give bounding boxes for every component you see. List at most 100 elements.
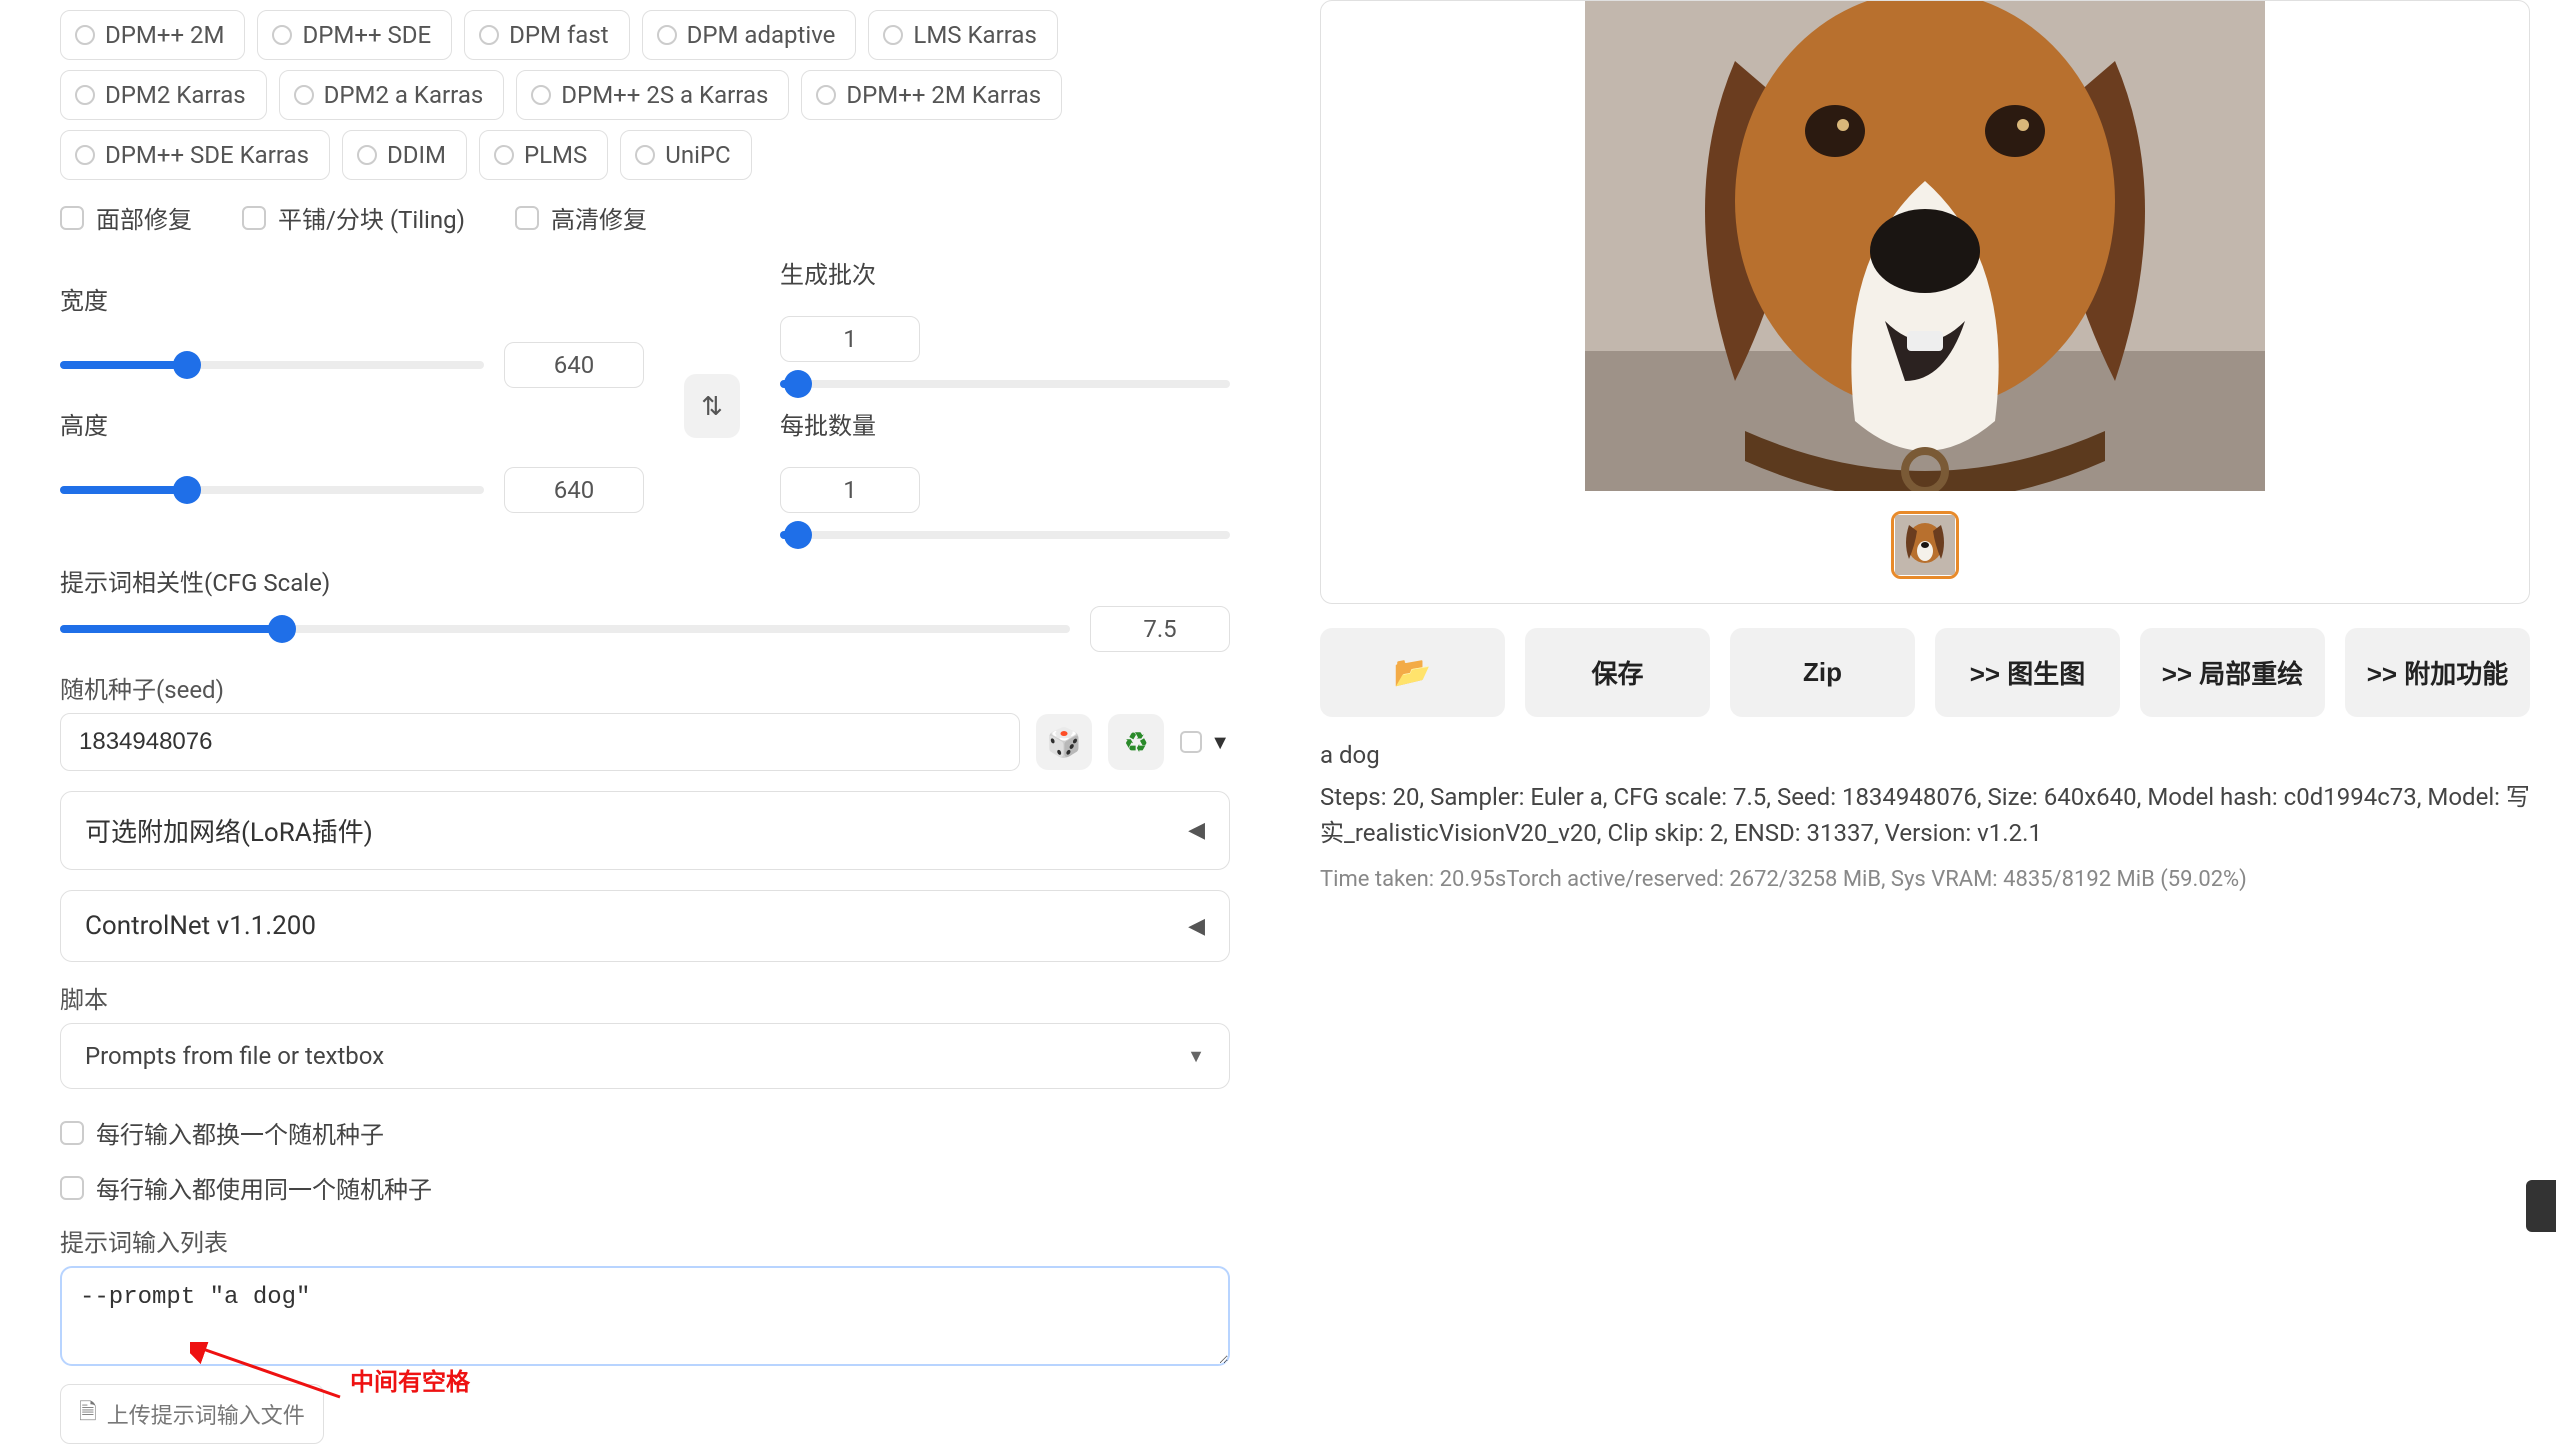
annotation-arrow-icon [190,1342,370,1412]
seed-input[interactable] [60,713,1020,771]
checkbox-icon [242,206,266,230]
radio-icon [531,85,551,105]
sampler-label: DPM adaptive [687,21,836,49]
checkbox-label: 高清修复 [551,200,647,235]
batch-size-slider[interactable] [780,531,1230,539]
radio-icon [883,25,903,45]
cfg-value[interactable]: 7.5 [1090,606,1230,652]
sampler-label: UniPC [665,141,730,169]
sampler-label: DPM fast [509,21,608,49]
height-value[interactable]: 640 [504,467,644,513]
radio-icon [75,145,95,165]
checkbox-label: 平铺/分块 (Tiling) [278,200,465,235]
extra-seed-toggle[interactable]: ▼ [1180,730,1230,755]
height-slider[interactable] [60,486,484,494]
sampler-row-1: DPM++ 2M DPM++ SDE DPM fast DPM adaptive… [60,10,1230,60]
sampler-row-2: DPM2 Karras DPM2 a Karras DPM++ 2S a Kar… [60,70,1230,120]
folder-icon: 📂 [1394,655,1431,690]
batch-size-value[interactable]: 1 [780,467,920,513]
checkbox-label: 面部修复 [96,200,192,235]
checkbox-label: 每行输入都换一个随机种子 [96,1115,384,1150]
file-icon: 🗎 [79,1395,97,1433]
checkbox-icon [1180,731,1202,753]
send-to-extras-button[interactable]: >> 附加功能 [2345,628,2530,717]
sampler-option[interactable]: DPM2 Karras [60,70,267,120]
cfg-label: 提示词相关性(CFG Scale) [60,563,1230,598]
radio-icon [272,25,292,45]
sampler-label: LMS Karras [913,21,1036,49]
accordion-label: 可选附加网络(LoRA插件) [85,812,373,849]
batch-size-label: 每批数量 [780,406,1230,441]
sampler-option[interactable]: PLMS [479,130,608,180]
sampler-option[interactable]: DPM++ SDE Karras [60,130,330,180]
output-image[interactable] [1585,1,2265,491]
checkbox-icon [515,206,539,230]
triangle-down-icon: ▼ [1210,730,1230,755]
lora-accordion[interactable]: 可选附加网络(LoRA插件) ◀ [60,791,1230,870]
sampler-option[interactable]: DPM++ 2M [60,10,245,60]
radio-icon [635,145,655,165]
output-preview [1320,0,2530,604]
radio-icon [657,25,677,45]
checkbox-icon [60,206,84,230]
send-to-inpaint-button[interactable]: >> 局部重绘 [2140,628,2325,717]
save-button[interactable]: 保存 [1525,628,1710,717]
script-label: 脚本 [60,980,1230,1015]
checkbox-label: 每行输入都使用同一个随机种子 [96,1170,432,1205]
width-value[interactable]: 640 [504,342,644,388]
script-selected: Prompts from file or textbox [85,1042,384,1070]
annotation-text: 中间有空格 [350,1362,470,1397]
sampler-option[interactable]: DPM fast [464,10,629,60]
highres-checkbox[interactable]: 高清修复 [515,200,647,235]
triangle-left-icon: ◀ [1188,818,1205,843]
output-prompt-text: a dog [1320,741,2530,769]
controlnet-accordion[interactable]: ControlNet v1.1.200 ◀ [60,890,1230,962]
script-select[interactable]: Prompts from file or textbox ▼ [60,1023,1230,1089]
face-restore-checkbox[interactable]: 面部修复 [60,200,192,235]
batch-count-slider[interactable] [780,380,1230,388]
iterate-seed-checkbox[interactable]: 每行输入都换一个随机种子 [60,1115,1230,1150]
zip-button[interactable]: Zip [1730,628,1915,717]
swap-dimensions-button[interactable]: ⇅ [684,374,740,438]
recycle-button[interactable]: ♻ [1108,714,1164,770]
prompt-list-label: 提示词输入列表 [60,1223,1230,1258]
sampler-label: DDIM [387,141,446,169]
cfg-slider[interactable] [60,625,1070,633]
side-tab-handle[interactable] [2526,1180,2556,1232]
same-seed-checkbox[interactable]: 每行输入都使用同一个随机种子 [60,1170,1230,1205]
width-label: 宽度 [60,281,644,316]
sampler-option[interactable]: DPM++ SDE [257,10,452,60]
radio-icon [294,85,314,105]
sampler-option[interactable]: DDIM [342,130,467,180]
width-slider[interactable] [60,361,484,369]
batch-count-label: 生成批次 [780,255,1230,290]
sampler-option[interactable]: UniPC [620,130,751,180]
tiling-checkbox[interactable]: 平铺/分块 (Tiling) [242,200,465,235]
open-folder-button[interactable]: 📂 [1320,628,1505,717]
output-thumbnail[interactable] [1891,511,1959,579]
sampler-option[interactable]: DPM2 a Karras [279,70,505,120]
dice-button[interactable]: 🎲 [1036,714,1092,770]
send-to-img2img-button[interactable]: >> 图生图 [1935,628,2120,717]
radio-icon [75,85,95,105]
sampler-label: DPM++ 2S a Karras [561,81,768,109]
sampler-option[interactable]: DPM adaptive [642,10,857,60]
sampler-label: DPM2 Karras [105,81,246,109]
accordion-label: ControlNet v1.1.200 [85,911,316,941]
sampler-label: DPM++ SDE Karras [105,141,309,169]
sampler-label: DPM++ SDE [302,21,431,49]
sampler-option[interactable]: LMS Karras [868,10,1057,60]
batch-count-value[interactable]: 1 [780,316,920,362]
sampler-option[interactable]: DPM++ 2S a Karras [516,70,789,120]
radio-icon [479,25,499,45]
sampler-label: DPM++ 2M Karras [846,81,1041,109]
sampler-option[interactable]: DPM++ 2M Karras [801,70,1062,120]
recycle-icon: ♻ [1124,726,1149,759]
height-label: 高度 [60,406,644,441]
radio-icon [357,145,377,165]
checkbox-icon [60,1121,84,1145]
output-meta-text: Steps: 20, Sampler: Euler a, CFG scale: … [1320,779,2530,851]
triangle-left-icon: ◀ [1188,914,1205,939]
radio-icon [494,145,514,165]
sampler-label: PLMS [524,141,587,169]
